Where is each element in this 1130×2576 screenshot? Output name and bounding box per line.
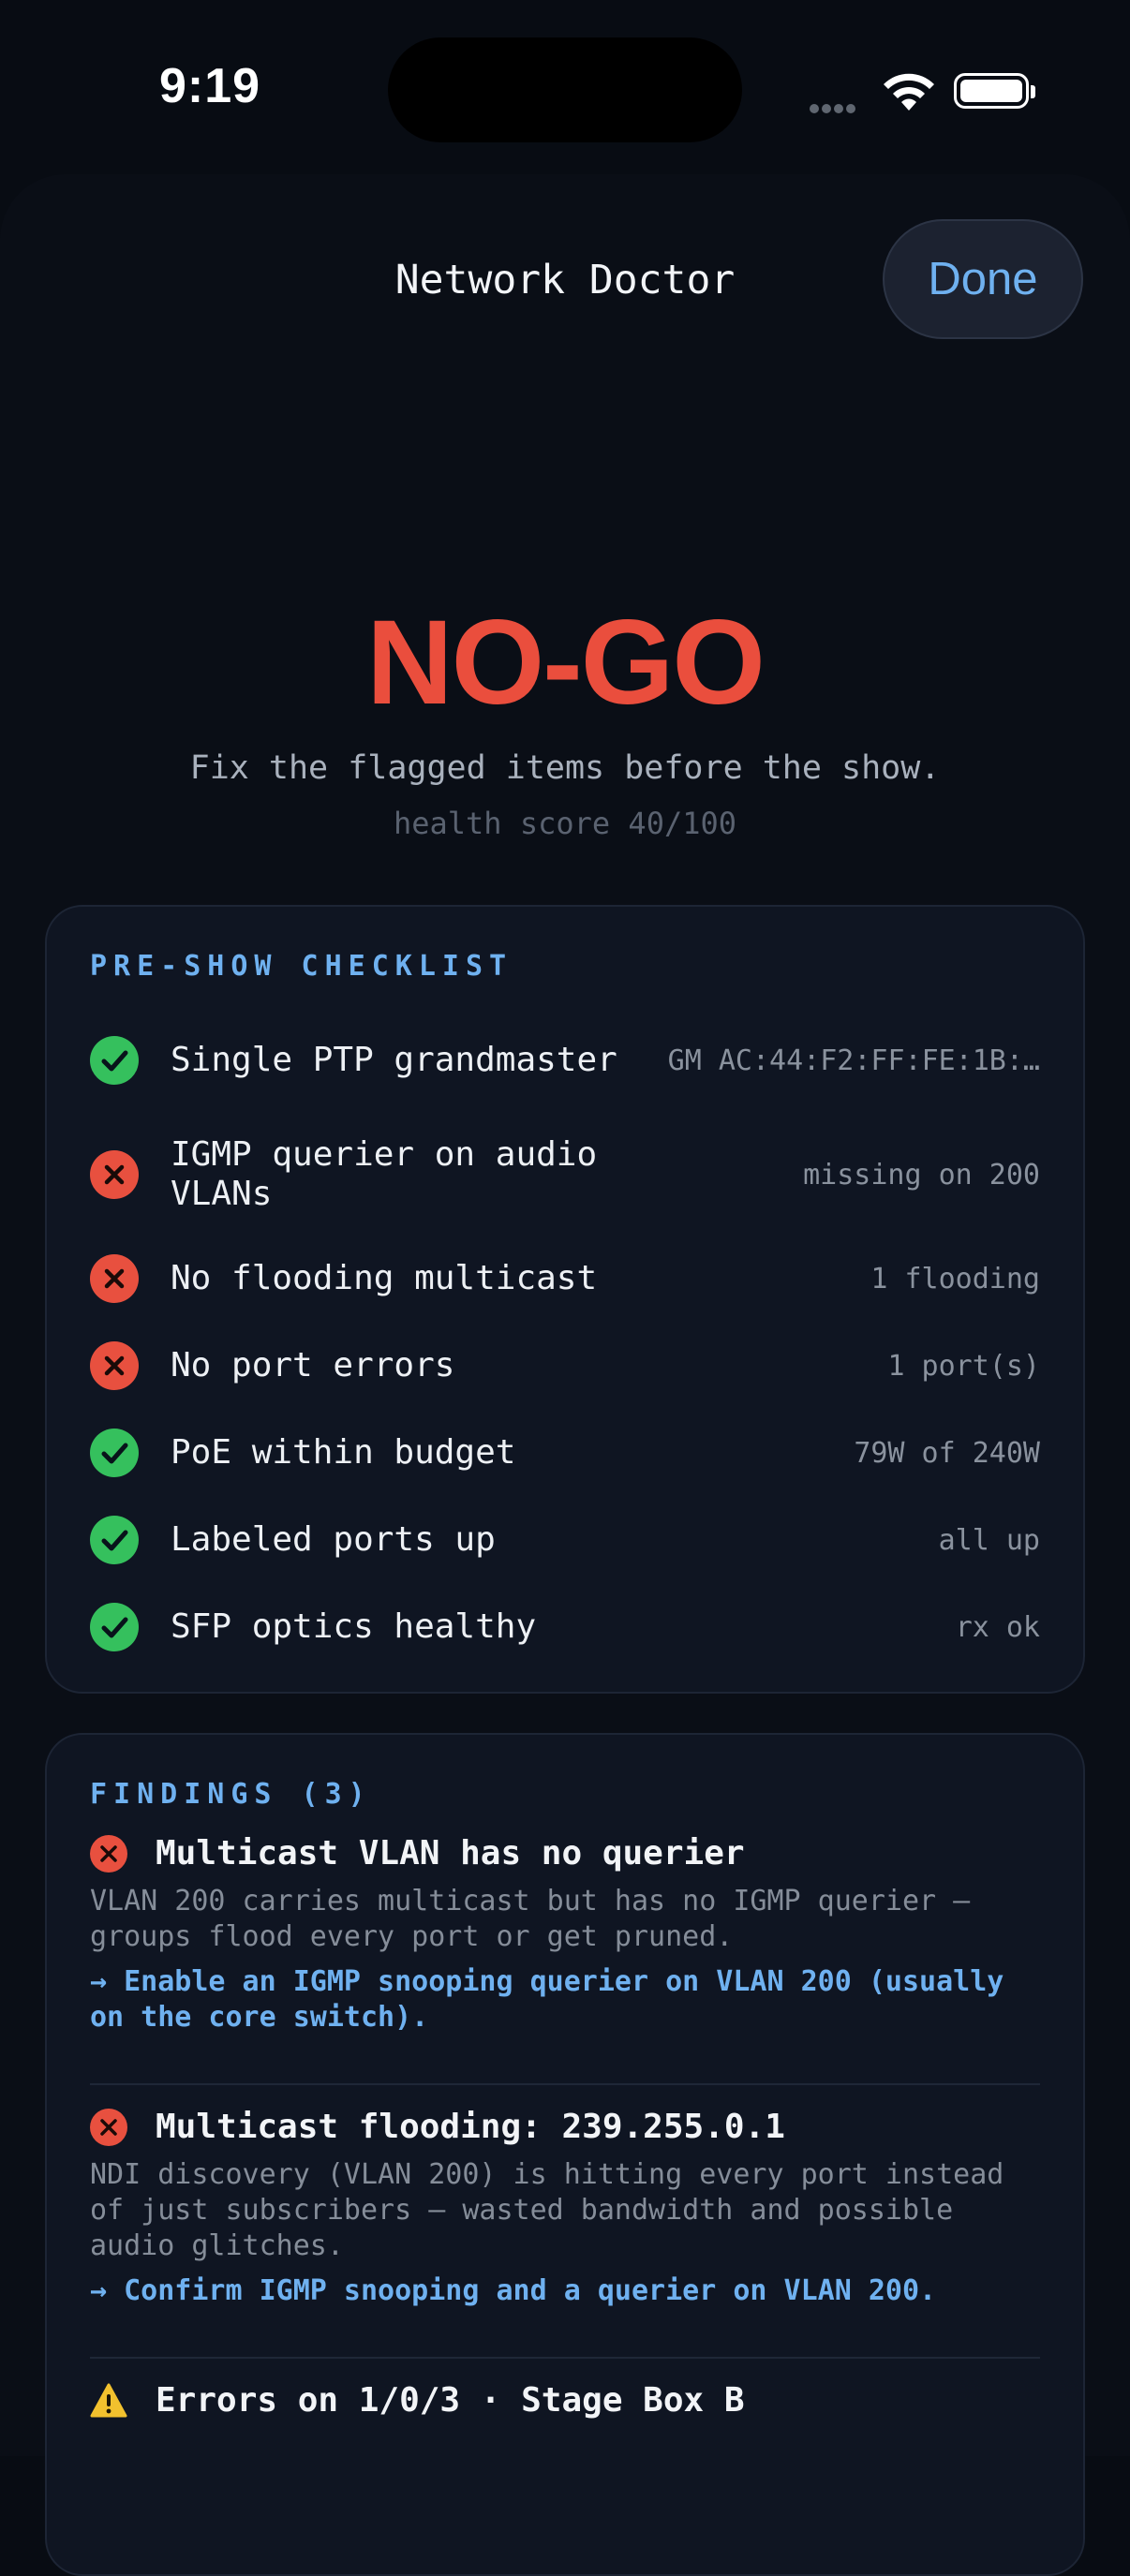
done-button[interactable]: Done (883, 219, 1083, 339)
dynamic-island (388, 37, 742, 142)
checklist-item-value: 1 flooding (870, 1262, 1040, 1295)
wifi-icon (884, 73, 934, 111)
cellular-signal-icon (810, 99, 858, 117)
x-mark-icon (90, 1254, 139, 1303)
error-icon (90, 2108, 127, 2146)
network-doctor-sheet: Network Doctor Done NO-GO Fix the flagge… (0, 174, 1130, 2576)
checklist-item: Labeled ports up all up (90, 1511, 1040, 1569)
battery-icon (954, 73, 1035, 109)
checklist-item-value: 79W of 240W (854, 1436, 1040, 1470)
x-mark-icon (90, 1341, 139, 1390)
finding-title: Multicast flooding: 239.255.0.1 (156, 2108, 785, 2146)
warning-icon (90, 2382, 127, 2420)
pre-show-checklist-card: PRE-SHOW CHECKLIST Single PTP grandmaste… (45, 905, 1085, 1694)
checklist-item: No flooding multicast 1 flooding (90, 1250, 1040, 1308)
checklist-item-label: No port errors (171, 1346, 455, 1384)
checklist-item-label: No flooding multicast (171, 1259, 598, 1297)
finding-action[interactable]: → Confirm IGMP snooping and a querier on… (90, 2273, 1040, 2309)
checklist-item: SFP optics healthy rx ok (90, 1598, 1040, 1656)
checklist-item-label: SFP optics healthy (171, 1607, 537, 1646)
checklist-item: No port errors 1 port(s) (90, 1337, 1040, 1395)
finding-item: Errors on 1/0/3 · Stage Box B (90, 2381, 1040, 2420)
finding-item: Multicast VLAN has no querier VLAN 200 c… (90, 1834, 1040, 2036)
checkmark-icon (90, 1036, 139, 1085)
checklist-item: Single PTP grandmaster GM AC:44:F2:FF:FE… (90, 1014, 1040, 1107)
checkmark-icon (90, 1603, 139, 1651)
checklist-heading: PRE-SHOW CHECKLIST (90, 950, 513, 983)
checklist-item-label: Labeled ports up (171, 1520, 496, 1559)
finding-action[interactable]: → Enable an IGMP snooping querier on VLA… (90, 1964, 1040, 2036)
verdict-label: NO-GO (366, 596, 766, 730)
finding-description: NDI discovery (VLAN 200) is hitting ever… (90, 2158, 1004, 2262)
checklist-item-label: IGMP querier on audio VLANs (171, 1135, 598, 1213)
checklist-item-value: all up (938, 1523, 1040, 1557)
checklist-item-label: PoE within budget (171, 1433, 516, 1472)
checklist-item: PoE within budget 79W of 240W (90, 1424, 1040, 1482)
checklist-item-label: Single PTP grandmaster (171, 1041, 617, 1079)
checklist-item-value: 1 port(s) (887, 1349, 1040, 1383)
x-mark-icon (90, 1150, 139, 1199)
finding-item: Multicast flooding: 239.255.0.1 NDI disc… (90, 2108, 1040, 2309)
findings-heading: FINDINGS (3) (90, 1778, 372, 1811)
finding-description: VLAN 200 carries multicast but has no IG… (90, 1885, 971, 1953)
checklist-item-value: GM AC:44:F2:FF:FE:1B:… (667, 1044, 1040, 1077)
checkmark-icon (90, 1429, 139, 1477)
finding-divider (90, 2357, 1040, 2359)
health-score: health score 40/100 (393, 806, 737, 841)
findings-card: FINDINGS (3) Multicast VLAN has no queri… (45, 1733, 1085, 2576)
checklist-item-value: missing on 200 (803, 1158, 1040, 1192)
checklist-item: IGMP querier on audio VLANs missing on 2… (90, 1128, 1040, 1221)
finding-title: Errors on 1/0/3 · Stage Box B (156, 2381, 745, 2420)
finding-title: Multicast VLAN has no querier (156, 1834, 745, 1873)
checklist-item-value: rx ok (955, 1610, 1040, 1644)
status-bar: 9:19 (0, 0, 1130, 178)
verdict-message: Fix the flagged items before the show. (189, 749, 941, 787)
finding-divider (90, 2083, 1040, 2085)
status-time: 9:19 (159, 59, 261, 113)
checkmark-icon (90, 1516, 139, 1564)
error-icon (90, 1834, 127, 1873)
